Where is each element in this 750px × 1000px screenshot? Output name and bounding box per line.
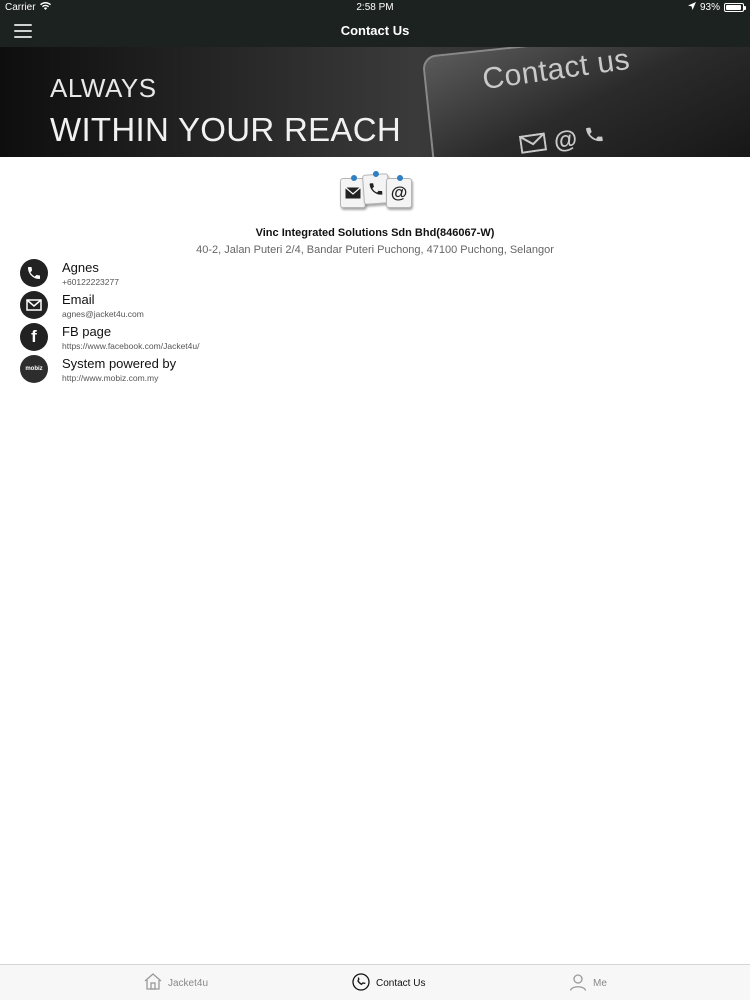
- tab-bar: Jacket4u Contact Us Me: [0, 964, 750, 1000]
- home-icon: [144, 973, 162, 993]
- at-sign-icon: @: [386, 175, 412, 208]
- phone-icon: [583, 123, 606, 151]
- contact-value[interactable]: https://www.facebook.com/Jacket4u/: [62, 341, 199, 351]
- banner-line1: ALWAYS: [50, 73, 157, 103]
- tab-me[interactable]: Me: [569, 973, 607, 994]
- company-address: 40-2, Jalan Puteri 2/4, Bandar Puteri Pu…: [196, 244, 554, 256]
- banner-line2: WITHIN YOUR REACH: [50, 111, 402, 148]
- contact-value[interactable]: +60122223277: [62, 277, 119, 287]
- clock: 2:58 PM: [356, 2, 394, 13]
- mobiz-logo: mobiz: [20, 355, 48, 383]
- contact-row-phone[interactable]: Agnes +60122223277: [20, 258, 420, 290]
- status-right: 93%: [687, 2, 746, 13]
- mail-icon: [20, 291, 48, 319]
- status-bar: Carrier 2:58 PM 93%: [0, 0, 750, 16]
- location-arrow-icon: [687, 2, 696, 13]
- top-bar: Carrier 2:58 PM 93% Contact Us: [0, 0, 750, 47]
- contact-label: FB page: [62, 324, 112, 339]
- at-sign-icon: @: [552, 125, 580, 156]
- facebook-icon: f: [20, 323, 48, 351]
- header-banner: ALWAYS WITHIN YOUR REACH Contact us @: [0, 47, 750, 157]
- contact-row-email[interactable]: Email agnes@jacket4u.com: [20, 290, 420, 322]
- mail-icon: [518, 131, 548, 157]
- tab-label: Contact Us: [376, 978, 426, 989]
- tab-home[interactable]: Jacket4u: [144, 973, 208, 993]
- user-icon: [569, 973, 587, 994]
- nav-bar: Contact Us: [0, 16, 750, 47]
- contact-list: Agnes +60122223277 Email agnes@jacket4u.…: [20, 258, 420, 386]
- battery-icon: [724, 3, 746, 12]
- tab-label: Jacket4u: [168, 977, 209, 989]
- company-name: Vinc Integrated Solutions Sdn Bhd(846067…: [255, 227, 495, 239]
- phone-icon: [20, 259, 48, 287]
- page-title: Contact Us: [340, 23, 410, 38]
- contact-label: Email: [62, 292, 95, 307]
- contact-label: Agnes: [62, 260, 99, 275]
- tab-label: Me: [593, 978, 607, 989]
- contact-label: System powered by: [62, 356, 177, 371]
- contact-row-facebook[interactable]: f FB page https://www.facebook.com/Jacke…: [20, 322, 420, 354]
- tab-contact-us[interactable]: Contact Us: [352, 973, 425, 994]
- battery-percent: 93%: [699, 2, 720, 13]
- battery-fill: [726, 5, 741, 10]
- contact-value[interactable]: agnes@jacket4u.com: [62, 309, 144, 319]
- phone-icon: [352, 973, 370, 994]
- contact-row-powered-by[interactable]: mobiz System powered by http://www.mobiz…: [20, 354, 420, 386]
- contact-icon-cluster: @: [338, 170, 414, 210]
- contact-value[interactable]: http://www.mobiz.com.my: [62, 373, 158, 383]
